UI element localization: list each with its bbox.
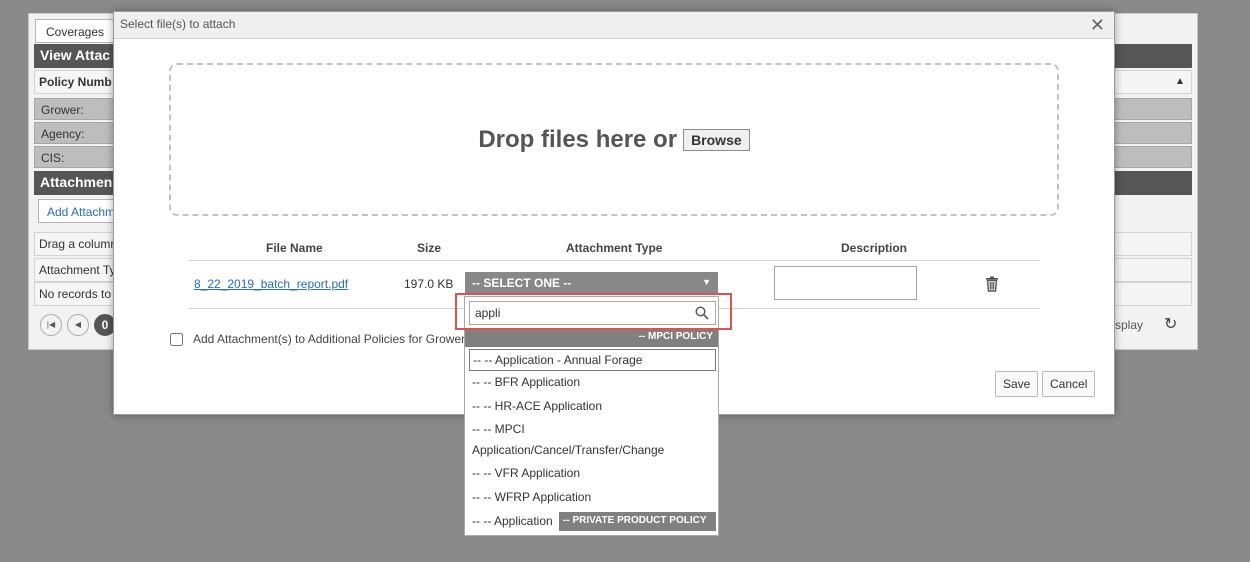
dropdown-search[interactable] — [469, 301, 716, 325]
column-size: Size — [417, 241, 442, 255]
attachment-type-select[interactable]: -- SELECT ONE -- ▼ — [465, 272, 718, 293]
file-drop-zone[interactable]: Drop files here or Browse — [169, 63, 1059, 216]
search-icon — [695, 306, 709, 323]
additional-policies-label: Add Attachment(s) to Additional Policies… — [193, 332, 466, 346]
first-page-icon[interactable]: |◀ — [40, 314, 62, 336]
column-file-name: File Name — [266, 241, 323, 255]
prev-page-icon[interactable]: ◀ — [67, 314, 89, 336]
attachment-type-dropdown: -- MPCI POLICY -- -- Application - Annua… — [464, 296, 719, 536]
option-wfrp-application[interactable]: -- -- WFRP Application — [469, 485, 716, 510]
modal-title: Select file(s) to attach — [120, 17, 236, 31]
file-size: 197.0 KB — [404, 277, 454, 291]
drop-text: Drop files here or — [478, 125, 678, 153]
table-header-divider — [189, 260, 1040, 261]
browse-button[interactable]: Browse — [683, 128, 750, 151]
description-input[interactable] — [774, 266, 917, 300]
display-text: splay — [1115, 318, 1144, 332]
column-attachment-type: Attachment Type — [566, 241, 663, 255]
file-name-link[interactable]: 8_22_2019_batch_report.pdf — [194, 277, 348, 291]
select-value: -- SELECT ONE -- — [472, 276, 572, 290]
additional-policies-checkbox[interactable] — [170, 332, 183, 346]
option-vfr-application[interactable]: -- -- VFR Application — [469, 461, 716, 486]
save-button[interactable]: Save — [995, 371, 1039, 397]
modal-header: Select file(s) to attach ✕ — [114, 12, 1114, 39]
option-mpci-continuation[interactable]: Application/Cancel/Transfer/Change — [469, 438, 716, 463]
collapse-arrow-icon[interactable]: ▲ — [1175, 76, 1185, 87]
cancel-button[interactable]: Cancel — [1042, 371, 1096, 397]
option-annual-forage[interactable]: -- -- Application - Annual Forage — [469, 349, 716, 371]
chevron-down-icon: ▼ — [702, 277, 711, 287]
refresh-icon[interactable]: ↻ — [1164, 314, 1177, 334]
option-application[interactable]: -- -- Application — [469, 509, 559, 534]
additional-policies-option[interactable]: Add Attachment(s) to Additional Policies… — [170, 332, 465, 346]
close-icon[interactable]: ✕ — [1090, 15, 1105, 36]
option-bfr-application[interactable]: -- -- BFR Application — [469, 370, 716, 395]
trash-icon[interactable] — [985, 276, 999, 295]
tab-coverages[interactable]: Coverages — [35, 19, 115, 43]
group-header-mpci: -- MPCI POLICY — [465, 328, 718, 347]
column-description: Description — [841, 241, 908, 255]
group-header-private: -- PRIVATE PRODUCT POLICY — [559, 512, 716, 531]
search-input[interactable] — [470, 302, 715, 324]
option-hr-ace-application[interactable]: -- -- HR-ACE Application — [469, 394, 716, 419]
